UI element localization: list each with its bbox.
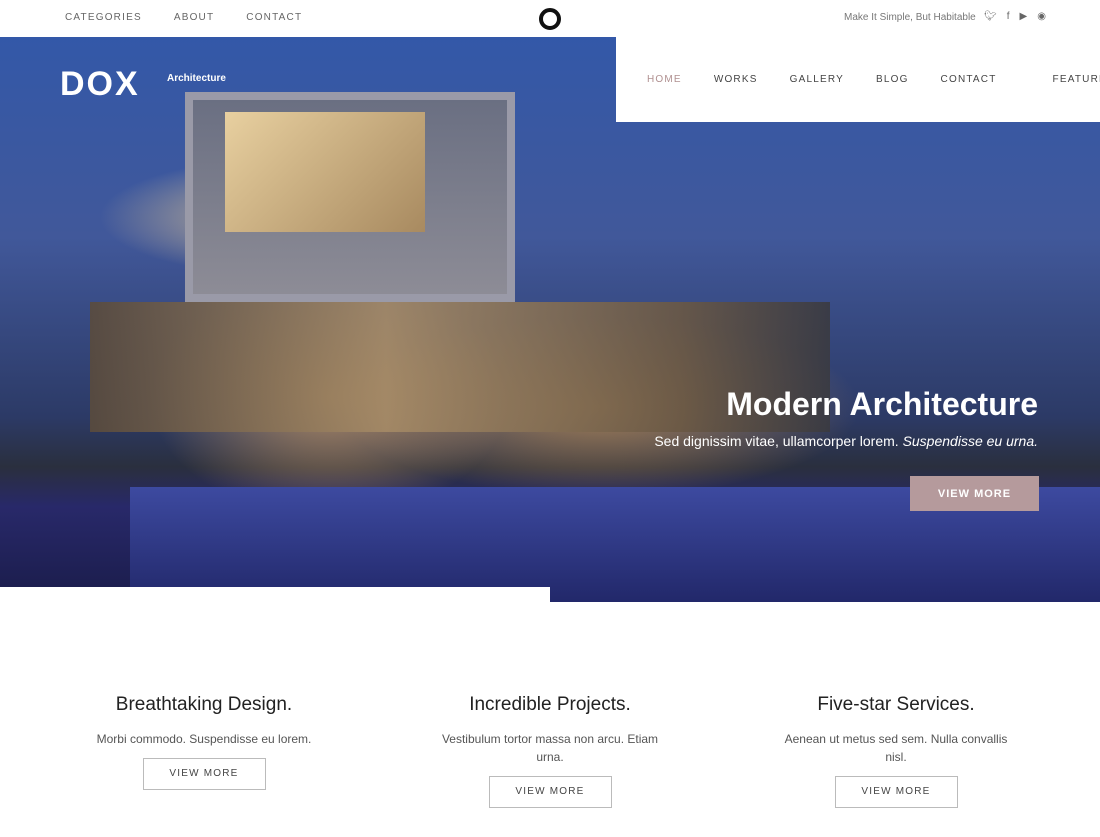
main-nav: HOME WORKS GALLERY BLOG CONTACT FEATURES [616,37,1100,122]
hero-image-stone [90,302,830,432]
hero-title: Modern Architecture [726,386,1038,422]
hero-image-window [225,112,425,232]
feature-text: Vestibulum tortor massa non arcu. Etiam … [441,732,659,764]
nav-works[interactable]: WORKS [714,74,758,85]
feature-title: Incredible Projects. [469,694,631,715]
nav-contact[interactable]: CONTACT [941,74,997,85]
feature-view-more-button[interactable]: VIEW MORE [488,776,612,808]
top-nav-about[interactable]: ABOUT [174,12,214,23]
circle-logo-icon[interactable] [539,8,561,30]
feature-text: Morbi commodo. Suspendisse eu lorem. [96,732,312,746]
top-nav-categories[interactable]: CATEGORIES [65,12,142,23]
facebook-icon[interactable]: f [1007,11,1010,22]
brand-subtitle: Architecture [167,73,226,84]
nav-blog[interactable]: BLOG [876,74,909,85]
nav-features[interactable]: FEATURES [1053,74,1100,85]
feature-view-more-button[interactable]: VIEW MORE [834,776,958,808]
nav-gallery[interactable]: GALLERY [790,74,844,85]
feature-card: Incredible Projects. Vestibulum tortor m… [420,694,680,808]
hero-cutout [0,587,550,602]
hero-view-more-button[interactable]: VIEW MORE [910,476,1039,511]
feature-view-more-button[interactable]: VIEW MORE [142,758,266,790]
social-links: 🐦︎ f ▶ ◉ [984,11,1046,22]
hero-subtitle-text: Sed dignissim vitae, ullamcorper lorem. [654,433,899,449]
youtube-icon[interactable]: ▶ [1019,11,1027,22]
hero-subtitle-italic: Suspendisse eu urna. [902,433,1038,449]
hero-subtitle: Sed dignissim vitae, ullamcorper lorem. … [654,433,1038,449]
feature-title: Five-star Services. [817,694,975,715]
top-nav: CATEGORIES ABOUT CONTACT [65,12,302,23]
top-bar: CATEGORIES ABOUT CONTACT Make It Simple,… [0,0,1100,37]
nav-home[interactable]: HOME [647,74,682,85]
feature-card: Breathtaking Design. Morbi commodo. Susp… [74,694,334,790]
tagline: Make It Simple, But Habitable [844,12,976,23]
feature-card: Five-star Services. Aenean ut metus sed … [766,694,1026,808]
feature-title: Breathtaking Design. [115,694,293,715]
feature-text: Aenean ut metus sed sem. Nulla convallis… [784,732,1008,764]
twitter-icon[interactable]: 🐦︎ [984,11,997,22]
brand-logo[interactable]: DOX [60,65,140,104]
top-nav-contact[interactable]: CONTACT [246,12,302,23]
spotify-icon[interactable]: ◉ [1037,11,1046,22]
